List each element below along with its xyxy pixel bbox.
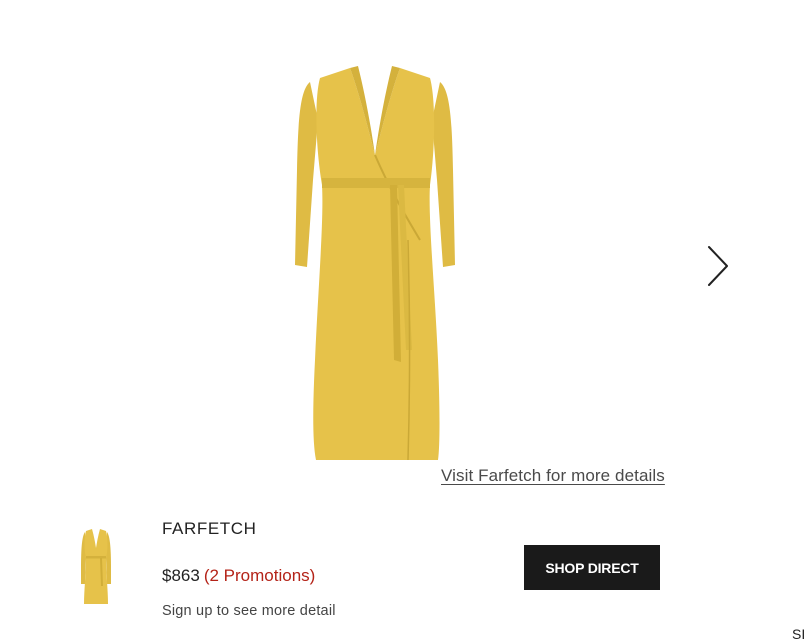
retailer-name: FARFETCH	[162, 519, 257, 538]
dress-thumbnail-icon	[81, 529, 111, 604]
visit-retailer-link[interactable]: Visit Farfetch for more details	[441, 466, 665, 486]
shop-direct-button[interactable]: SHOP DIRECT	[524, 545, 660, 590]
chevron-right-icon	[708, 246, 728, 286]
price-row: $863 (2 Promotions)	[162, 566, 315, 586]
promotions-link[interactable]: (2 Promotions)	[204, 566, 315, 585]
yellow-wrap-dress-icon	[295, 66, 455, 461]
offer-thumbnail[interactable]	[76, 528, 116, 606]
next-image-button[interactable]	[700, 242, 734, 290]
signup-link[interactable]: Sign up to see more detail	[162, 603, 336, 619]
next-offer-partial-text: SI	[792, 626, 806, 642]
product-image	[280, 60, 470, 468]
price: $863	[162, 566, 200, 585]
